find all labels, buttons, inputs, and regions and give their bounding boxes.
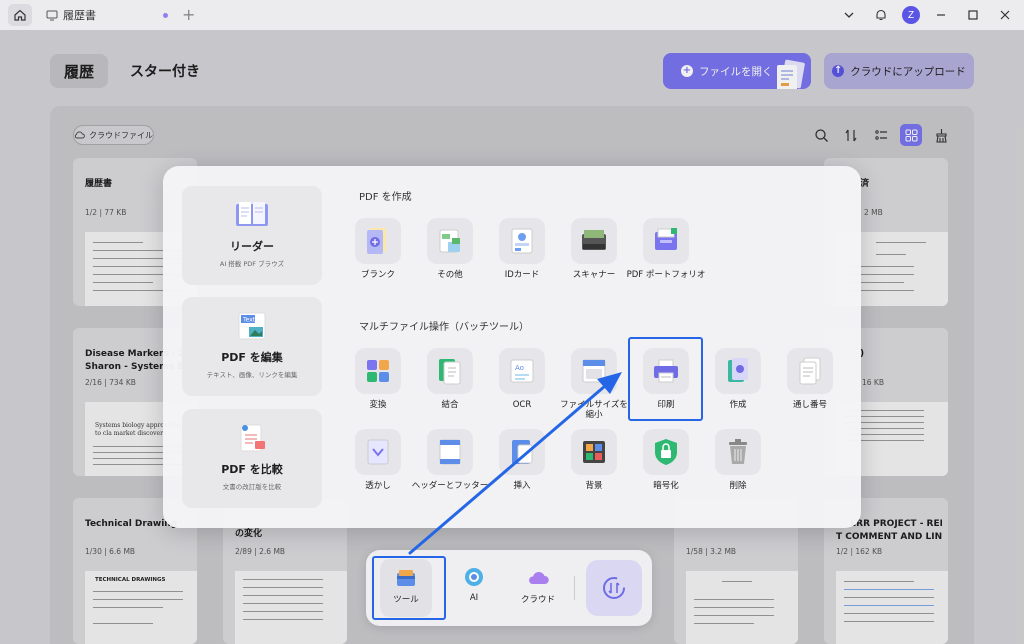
watermark-icon	[367, 439, 389, 465]
tool-encrypt-label: 暗号化	[653, 481, 679, 491]
tools-popup: リーダー AI 搭載 PDF ブラウズ Text PDF を編集 テキスト、画像…	[163, 166, 861, 528]
compare-pdf-subtitle: 文書の改訂版を比較	[222, 483, 282, 491]
cloud-icon	[529, 571, 549, 584]
blank-page-icon	[367, 228, 386, 254]
other-formats-icon	[439, 229, 460, 253]
reader-title: リーダー	[230, 240, 274, 253]
tab-resume[interactable]: 履歴書	[38, 3, 178, 27]
tool-scanner[interactable]: スキャナー	[564, 218, 624, 280]
create-pdf-section-title: PDF を作成	[359, 192, 412, 203]
bell-icon[interactable]	[870, 5, 892, 25]
reader-subtitle: AI 搭載 PDF ブラウズ	[219, 260, 285, 268]
tool-compress[interactable]: ファイルサイズを縮小	[560, 348, 628, 420]
tool-watermark-label: 透かし	[365, 481, 391, 491]
trash-icon	[729, 439, 747, 464]
tool-pdf-portfolio[interactable]: PDF ポートフォリオ	[627, 218, 705, 280]
dock-divider	[574, 576, 575, 600]
tool-header-footer-label: ヘッダーとフッター	[411, 481, 489, 491]
dock-cloud-button[interactable]: クラウド	[512, 559, 564, 617]
compare-pdf-title: PDF を比較	[221, 463, 283, 476]
header-footer-icon	[439, 439, 461, 465]
tool-convert[interactable]: 変換	[348, 348, 408, 410]
reader-card[interactable]: リーダー AI 搭載 PDF ブラウズ	[182, 186, 322, 285]
tool-bates-numbering[interactable]: 通し番号	[780, 348, 840, 410]
create-batch-icon	[728, 358, 748, 382]
new-tab-button[interactable]: +	[182, 5, 195, 24]
avatar[interactable]: Z	[902, 6, 920, 24]
tool-create-label: 作成	[729, 400, 747, 410]
tool-create[interactable]: 作成	[708, 348, 768, 410]
compare-icon	[240, 424, 265, 452]
tool-ocr[interactable]: Ao OCR	[492, 348, 552, 410]
monitor-icon	[46, 10, 58, 21]
tool-delete-label: 削除	[729, 481, 747, 491]
id-card-icon	[511, 228, 533, 254]
svg-text:Ao: Ao	[515, 364, 524, 372]
tools-highlight-box	[372, 556, 446, 620]
tool-other[interactable]: その他	[420, 218, 480, 280]
compare-pdf-card[interactable]: PDF を比較 文書の改訂版を比較	[182, 409, 322, 508]
ocr-icon: Ao	[510, 359, 534, 383]
compress-icon	[582, 359, 606, 383]
ai-icon	[465, 568, 483, 586]
tool-encrypt[interactable]: 暗号化	[636, 429, 696, 491]
tool-insert[interactable]: 挿入	[492, 429, 552, 491]
tool-blank-label: ブランク	[360, 270, 395, 280]
tool-scanner-label: スキャナー	[572, 270, 616, 280]
print-highlight-box	[628, 337, 703, 421]
dock-recent-button[interactable]	[586, 560, 642, 616]
close-icon[interactable]	[994, 5, 1016, 25]
sync-history-icon	[603, 577, 625, 599]
tool-id-card[interactable]: IDカード	[492, 218, 552, 280]
tool-compress-label: ファイルサイズを縮小	[560, 400, 628, 420]
edit-pdf-subtitle: テキスト、画像、リンクを編集	[206, 371, 298, 379]
dock-ai-label: AI	[469, 593, 479, 603]
edit-pdf-title: PDF を編集	[221, 351, 283, 364]
dock-cloud-label: クラウド	[520, 595, 555, 605]
background-palette-icon	[583, 441, 605, 463]
tool-combine-label: 結合	[441, 400, 459, 410]
tool-background-label: 背景	[585, 481, 603, 491]
maximize-icon[interactable]	[962, 5, 984, 25]
edit-text-icon: Text	[238, 312, 266, 340]
svg-text:Text: Text	[242, 317, 256, 324]
reader-book-icon	[236, 202, 268, 226]
tool-convert-label: 変換	[369, 400, 387, 410]
convert-icon	[367, 360, 389, 382]
tool-background[interactable]: 背景	[564, 429, 624, 491]
scanner-icon	[582, 230, 606, 250]
dock-ai-button[interactable]: AI	[448, 559, 500, 617]
home-button[interactable]	[8, 4, 32, 26]
tool-delete[interactable]: 削除	[708, 429, 768, 491]
tab-title: 履歴書	[63, 9, 96, 22]
unsaved-dot	[163, 13, 168, 18]
insert-icon	[512, 440, 533, 464]
tool-bates-numbering-label: 通し番号	[792, 400, 827, 410]
tool-header-footer[interactable]: ヘッダーとフッター	[412, 429, 488, 491]
tool-blank[interactable]: ブランク	[348, 218, 408, 280]
multi-file-section-title: マルチファイル操作（バッチツール）	[359, 322, 529, 333]
lock-icon	[655, 439, 677, 465]
chevron-down-icon[interactable]	[838, 5, 860, 25]
minimize-icon[interactable]	[930, 5, 952, 25]
portfolio-icon	[655, 228, 677, 250]
tool-ocr-label: OCR	[512, 400, 532, 410]
tool-id-card-label: IDカード	[504, 270, 540, 280]
combine-icon	[439, 359, 461, 385]
tool-insert-label: 挿入	[513, 481, 531, 491]
tool-other-label: その他	[437, 270, 463, 280]
tool-watermark[interactable]: 透かし	[348, 429, 408, 491]
tool-combine[interactable]: 結合	[420, 348, 480, 410]
bates-numbering-icon	[799, 357, 821, 385]
title-bar: 履歴書 + Z	[0, 0, 1024, 30]
edit-pdf-card[interactable]: Text PDF を編集 テキスト、画像、リンクを編集	[182, 297, 322, 396]
home-icon	[14, 9, 26, 21]
tool-pdf-portfolio-label: PDF ポートフォリオ	[626, 270, 706, 280]
